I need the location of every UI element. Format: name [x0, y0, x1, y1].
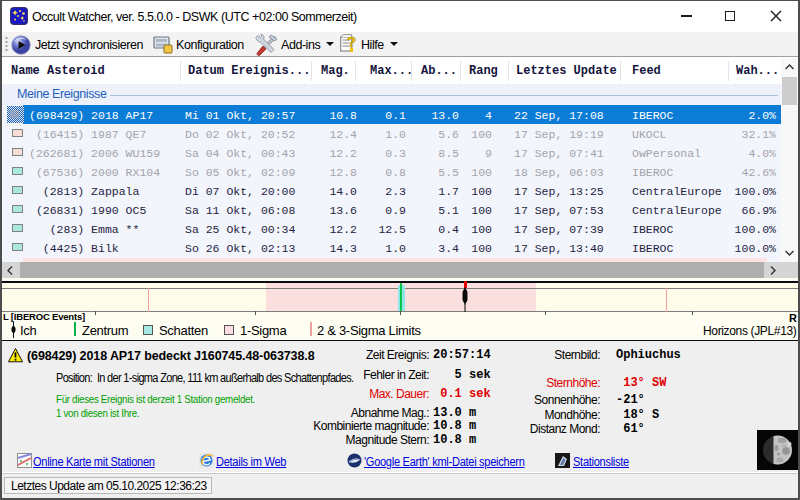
svg-text:?: ?: [347, 34, 356, 50]
